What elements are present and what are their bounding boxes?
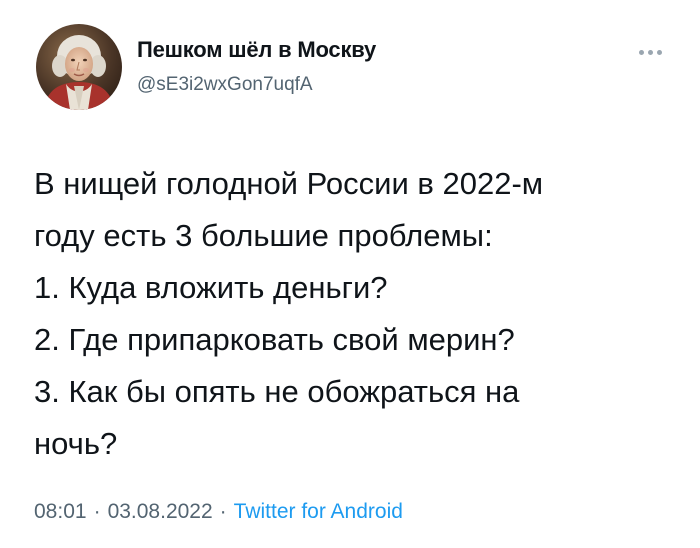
more-options-button[interactable] bbox=[632, 40, 668, 64]
ellipsis-icon bbox=[647, 49, 653, 55]
tweet-text-line: 1. Куда вложить деньги? bbox=[34, 270, 388, 305]
tweet-time[interactable]: 08:01 bbox=[34, 500, 87, 523]
ellipsis-icon bbox=[656, 49, 662, 55]
tweet-text: В нищей голодной России в 2022-м году ес… bbox=[34, 158, 674, 470]
author-handle[interactable]: @sE3i2wxGon7uqfA bbox=[137, 74, 313, 96]
tweet-text-line: В нищей голодной России в 2022-м bbox=[34, 166, 544, 201]
portrait-icon bbox=[36, 24, 122, 110]
meta-separator: · bbox=[93, 500, 101, 523]
ellipsis-icon bbox=[638, 49, 644, 55]
tweet-card: Пешком шёл в Москву @sE3i2wxGon7uqfA В н… bbox=[0, 0, 700, 548]
meta-separator: · bbox=[219, 500, 227, 523]
tweet-meta: 08:01 · 03.08.2022 · Twitter for Android bbox=[34, 500, 403, 524]
tweet-date[interactable]: 03.08.2022 bbox=[108, 500, 213, 523]
author-avatar[interactable] bbox=[36, 24, 122, 110]
tweet-text-line: 3. Как бы опять не обожраться на bbox=[34, 374, 520, 409]
author-display-name[interactable]: Пешком шёл в Москву bbox=[137, 37, 376, 63]
tweet-text-line: 2. Где припарковать свой мерин? bbox=[34, 322, 515, 357]
tweet-source-link[interactable]: Twitter for Android bbox=[234, 500, 403, 523]
tweet-text-line: ночь? bbox=[34, 426, 118, 461]
tweet-text-line: году есть 3 большие проблемы: bbox=[34, 218, 493, 253]
